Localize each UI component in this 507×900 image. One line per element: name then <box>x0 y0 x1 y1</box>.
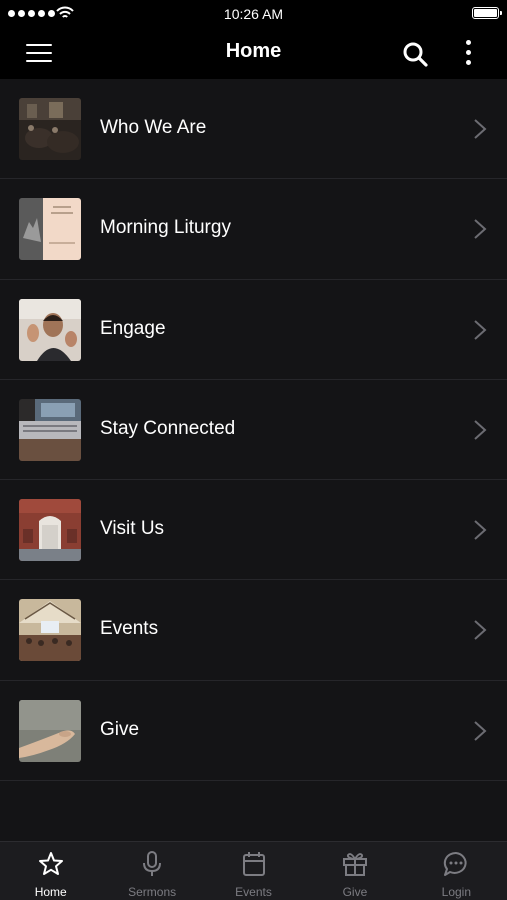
list-item-engage[interactable]: Engage <box>0 280 507 380</box>
chevron-right-icon <box>474 520 487 540</box>
star-icon <box>38 852 63 875</box>
tab-label: Events <box>235 885 272 899</box>
morning-liturgy-thumbnail <box>19 198 81 261</box>
engage-thumbnail <box>19 298 81 361</box>
tab-sermons[interactable]: Sermons <box>101 842 202 900</box>
list-item-label: Give <box>100 718 140 740</box>
tab-label: Give <box>342 885 368 899</box>
chevron-right-icon <box>474 420 487 440</box>
list-item-label: Morning Liturgy <box>100 217 231 239</box>
list-item-label: Visit Us <box>100 518 165 540</box>
more-options-icon[interactable] <box>456 38 480 68</box>
page-title: Home <box>225 40 282 62</box>
status-bar: 10:26 AM <box>0 0 507 26</box>
visit-us-thumbnail <box>19 499 81 562</box>
chevron-right-icon <box>474 319 487 340</box>
list-item-label: Stay Connected <box>100 417 236 439</box>
tab-label: Home <box>34 885 67 899</box>
list-item-label: Events <box>100 618 159 640</box>
search-icon[interactable] <box>400 39 430 69</box>
stay-connected-thumbnail <box>19 398 81 461</box>
microphone-icon <box>143 851 162 876</box>
tab-login[interactable]: Login <box>406 842 507 900</box>
give-thumbnail <box>19 699 81 762</box>
events-thumbnail <box>19 599 81 662</box>
chevron-right-icon <box>474 119 487 139</box>
chevron-right-icon <box>474 721 487 741</box>
status-time: 10:26 AM <box>223 6 284 22</box>
gift-icon <box>342 853 367 876</box>
chevron-right-icon <box>474 219 487 240</box>
list-item-visit-us[interactable]: Visit Us <box>0 480 507 581</box>
who-we-are-thumbnail <box>19 98 81 160</box>
list-item-label: Engage <box>100 317 166 339</box>
list-item-give[interactable]: Give <box>0 681 507 782</box>
home-menu-list: Who We Are Morning Liturgy Engage Stay C… <box>0 79 507 782</box>
list-item-label: Who We Are <box>100 117 207 138</box>
list-item-events[interactable]: Events <box>0 580 507 681</box>
tab-label: Login <box>441 885 472 899</box>
list-item-morning-liturgy[interactable]: Morning Liturgy <box>0 179 507 280</box>
list-item-stay-connected[interactable]: Stay Connected <box>0 380 507 481</box>
navigation-bar: Home <box>0 26 507 79</box>
chat-bubble-icon <box>444 851 467 876</box>
tab-events[interactable]: Events <box>203 842 304 900</box>
tab-home[interactable]: Home <box>0 842 101 900</box>
tab-bar: Home Sermons Events Give Login <box>0 841 507 900</box>
tab-give[interactable]: Give <box>304 842 405 900</box>
battery-icon <box>472 7 502 19</box>
calendar-icon <box>242 852 265 876</box>
tab-label: Sermons <box>128 885 177 899</box>
list-item-who-we-are[interactable]: Who We Are <box>0 79 507 180</box>
chevron-right-icon <box>474 620 487 641</box>
